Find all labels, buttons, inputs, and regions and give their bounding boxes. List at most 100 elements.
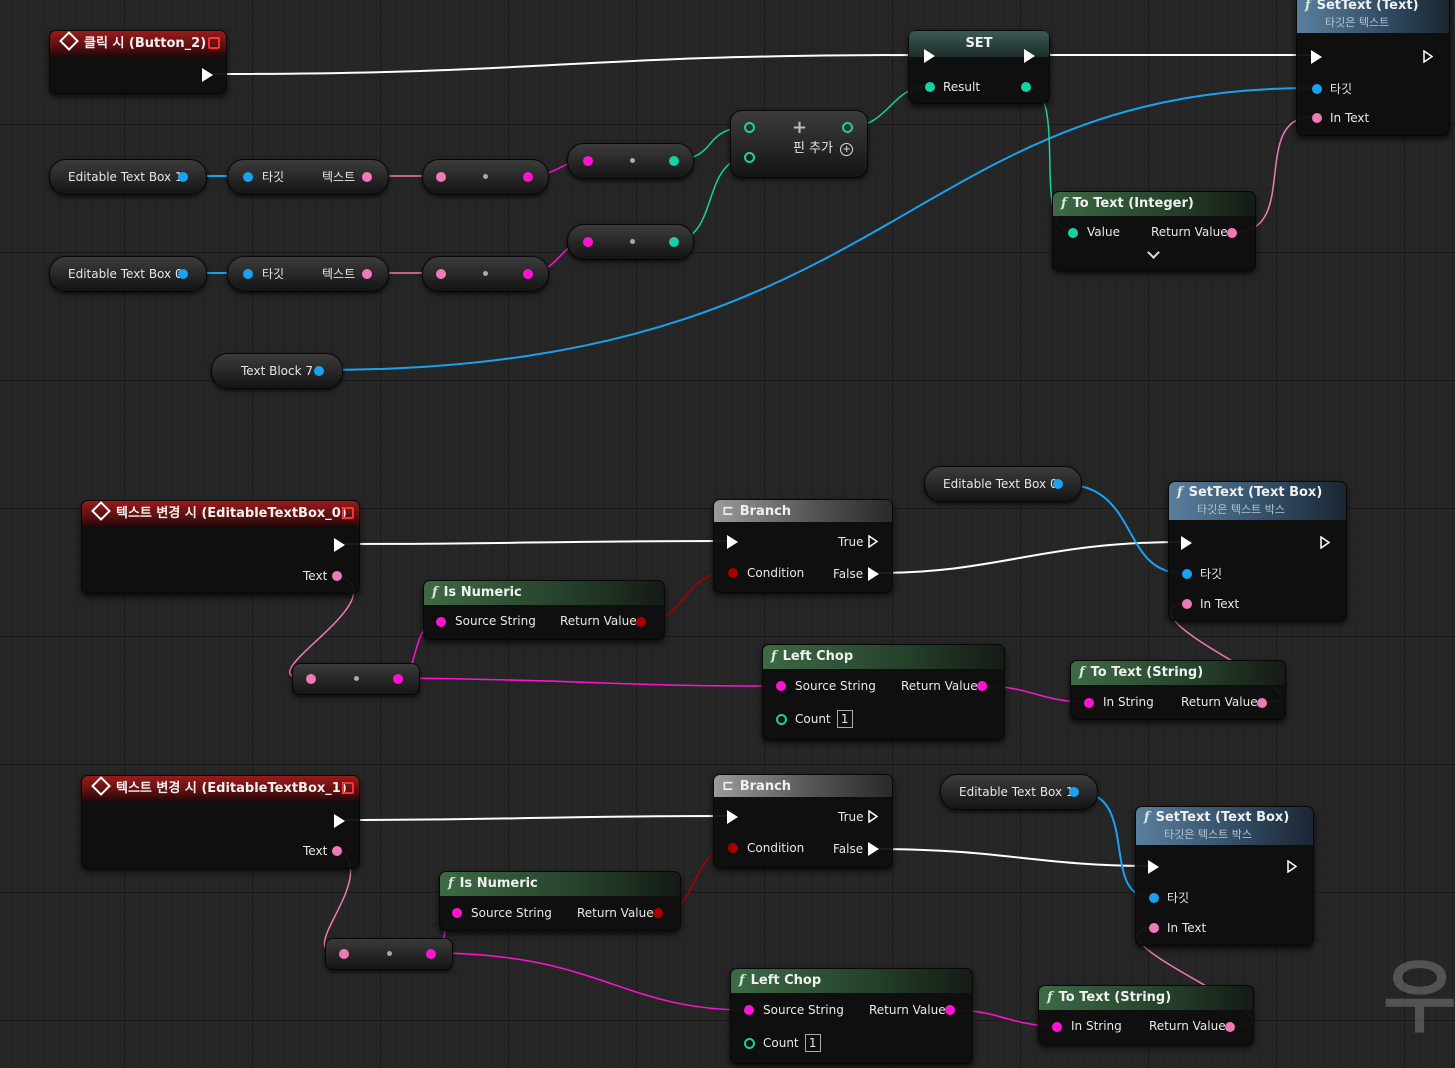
condition-pin[interactable] bbox=[728, 843, 738, 853]
return-value-pin[interactable] bbox=[945, 1005, 955, 1015]
string-in-pin[interactable] bbox=[583, 156, 593, 166]
exec-out-pin[interactable] bbox=[1423, 50, 1433, 63]
text-in-pin[interactable] bbox=[339, 949, 349, 959]
exec-out-pin[interactable] bbox=[334, 814, 345, 828]
exec-in-pin[interactable] bbox=[924, 49, 935, 63]
return-value-pin[interactable] bbox=[1257, 698, 1267, 708]
source-string-pin[interactable] bbox=[436, 617, 446, 627]
breakpoint-icon[interactable] bbox=[342, 782, 354, 794]
result-in-pin[interactable] bbox=[925, 82, 935, 92]
count-input[interactable]: 1 bbox=[836, 710, 853, 728]
to-int-node-1[interactable] bbox=[567, 143, 694, 179]
exec-in-pin[interactable] bbox=[1148, 860, 1159, 874]
object-out-pin[interactable] bbox=[314, 366, 324, 376]
target-in-pin[interactable] bbox=[1182, 569, 1192, 579]
exec-out-pin[interactable] bbox=[1320, 536, 1330, 549]
left-chop-node-0[interactable]: f Left Chop Source String Return Value Co… bbox=[762, 644, 1005, 740]
get-text-node-0[interactable]: 타깃 텍스트 bbox=[227, 256, 389, 292]
false-exec-pin[interactable] bbox=[868, 842, 879, 856]
to-string-node-3[interactable] bbox=[325, 938, 453, 970]
add-int-node[interactable]: + 핀 추가 + bbox=[730, 110, 868, 178]
a-in-pin[interactable] bbox=[744, 122, 755, 133]
text-out-pin[interactable] bbox=[332, 846, 342, 856]
var-text-block-7[interactable]: Text Block 7 bbox=[211, 353, 343, 389]
to-text-string-node-0[interactable]: f To Text (String) In String Return Value bbox=[1070, 660, 1286, 720]
in-text-pin[interactable] bbox=[1182, 599, 1192, 609]
get-text-node-1[interactable]: 타깃 텍스트 bbox=[227, 159, 389, 195]
is-numeric-node-1[interactable]: f Is Numeric Source String Return Value bbox=[439, 871, 681, 931]
string-in-pin[interactable] bbox=[583, 237, 593, 247]
condition-pin[interactable] bbox=[728, 568, 738, 578]
exec-out-pin[interactable] bbox=[1287, 860, 1297, 873]
in-string-pin[interactable] bbox=[1084, 698, 1094, 708]
value-in-pin[interactable] bbox=[1068, 228, 1078, 238]
to-text-string-node-1[interactable]: f To Text (String) In String Return Value bbox=[1038, 985, 1254, 1045]
exec-out-pin[interactable] bbox=[1024, 49, 1035, 63]
click-event-node[interactable]: 클릭 시 (Button_2) bbox=[49, 30, 227, 94]
exec-out-pin[interactable] bbox=[202, 68, 213, 82]
true-exec-pin[interactable] bbox=[868, 810, 878, 823]
return-value-pin[interactable] bbox=[636, 617, 646, 627]
exec-in-pin[interactable] bbox=[1181, 536, 1192, 550]
text-in-pin[interactable] bbox=[436, 269, 446, 279]
text-changed-event-0[interactable]: 텍스트 변경 시 (EditableTextBox_0) Text bbox=[81, 500, 360, 594]
text-out-pin[interactable] bbox=[362, 269, 372, 279]
var-editable-text-box-0-b[interactable]: Editable Text Box 0 bbox=[924, 466, 1082, 502]
text-in-pin[interactable] bbox=[306, 674, 316, 684]
int-out-pin[interactable] bbox=[669, 156, 679, 166]
string-out-pin[interactable] bbox=[523, 172, 533, 182]
text-out-pin[interactable] bbox=[362, 172, 372, 182]
string-out-pin[interactable] bbox=[426, 949, 436, 959]
set-variable-node[interactable]: SET Result bbox=[908, 30, 1050, 104]
exec-in-pin[interactable] bbox=[727, 810, 738, 824]
object-out-pin[interactable] bbox=[178, 269, 188, 279]
in-text-pin[interactable] bbox=[1149, 923, 1159, 933]
count-pin[interactable] bbox=[744, 1038, 755, 1049]
to-int-node-0[interactable] bbox=[567, 224, 694, 260]
source-string-pin[interactable] bbox=[452, 908, 462, 918]
to-text-integer-node[interactable]: f To Text (Integer) Value Return Value bbox=[1052, 191, 1256, 271]
target-in-pin[interactable] bbox=[1312, 84, 1322, 94]
add-pin-button[interactable]: 핀 추가 + bbox=[793, 140, 854, 158]
text-in-pin[interactable] bbox=[436, 172, 446, 182]
settext-text-node[interactable]: f SetText (Text) 타깃은 텍스트 타깃 In Text bbox=[1296, 0, 1450, 136]
return-value-pin[interactable] bbox=[1225, 1022, 1235, 1032]
var-editable-text-box-1[interactable]: Editable Text Box 1 bbox=[49, 159, 207, 195]
breakpoint-icon[interactable] bbox=[208, 37, 220, 49]
is-numeric-node-0[interactable]: f Is Numeric Source String Return Value bbox=[423, 580, 665, 640]
text-out-pin[interactable] bbox=[332, 571, 342, 581]
object-out-pin[interactable] bbox=[1069, 787, 1079, 797]
object-out-pin[interactable] bbox=[178, 172, 188, 182]
result-out-pin[interactable] bbox=[842, 122, 853, 133]
to-string-node-1[interactable] bbox=[422, 159, 549, 195]
var-editable-text-box-1-b[interactable]: Editable Text Box 1 bbox=[940, 774, 1098, 810]
to-string-node-0[interactable] bbox=[422, 256, 549, 292]
left-chop-node-1[interactable]: f Left Chop Source String Return Value Co… bbox=[730, 968, 973, 1064]
to-string-node-2[interactable] bbox=[292, 663, 420, 695]
true-exec-pin[interactable] bbox=[868, 535, 878, 548]
string-out-pin[interactable] bbox=[523, 269, 533, 279]
target-in-pin[interactable] bbox=[1149, 893, 1159, 903]
breakpoint-icon[interactable] bbox=[342, 507, 354, 519]
return-value-pin[interactable] bbox=[1227, 228, 1237, 238]
string-out-pin[interactable] bbox=[393, 674, 403, 684]
settext-textbox-node-0[interactable]: f SetText (Text Box) 타깃은 텍스트 박스 타깃 In Tex… bbox=[1168, 481, 1347, 621]
in-string-pin[interactable] bbox=[1052, 1022, 1062, 1032]
int-out-pin[interactable] bbox=[669, 237, 679, 247]
object-out-pin[interactable] bbox=[1053, 479, 1063, 489]
exec-out-pin[interactable] bbox=[334, 538, 345, 552]
exec-in-pin[interactable] bbox=[727, 535, 738, 549]
expand-arrow-icon[interactable] bbox=[1147, 246, 1160, 259]
exec-in-pin[interactable] bbox=[1311, 50, 1322, 64]
target-in-pin[interactable] bbox=[243, 269, 253, 279]
source-string-pin[interactable] bbox=[776, 681, 786, 691]
count-input[interactable]: 1 bbox=[804, 1034, 821, 1052]
count-pin[interactable] bbox=[776, 714, 787, 725]
var-editable-text-box-0[interactable]: Editable Text Box 0 bbox=[49, 256, 207, 292]
target-in-pin[interactable] bbox=[243, 172, 253, 182]
b-in-pin[interactable] bbox=[744, 152, 755, 163]
branch-node-0[interactable]: ⊏ Branch True Condition False bbox=[713, 499, 893, 593]
in-text-pin[interactable] bbox=[1312, 113, 1322, 123]
text-changed-event-1[interactable]: 텍스트 변경 시 (EditableTextBox_1) Text bbox=[81, 775, 360, 869]
return-value-pin[interactable] bbox=[977, 681, 987, 691]
